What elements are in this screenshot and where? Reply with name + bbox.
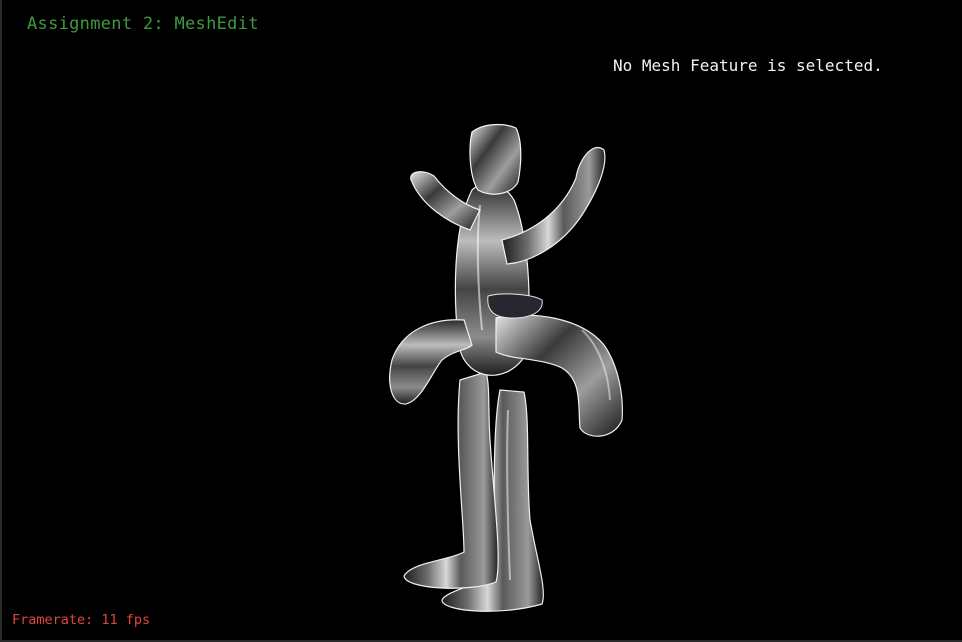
mesh-model-figure[interactable]: [2, 0, 962, 642]
render-viewport[interactable]: Assignment 2: MeshEdit No Mesh Feature i…: [0, 0, 962, 642]
mesh-belt: [487, 293, 543, 319]
selection-status: No Mesh Feature is selected.: [613, 56, 883, 75]
app-title: Assignment 2: MeshEdit: [27, 14, 259, 34]
framerate-readout: Framerate: 11 fps: [12, 612, 151, 628]
mesh-head: [469, 123, 522, 195]
mesh-front-leg: [403, 371, 499, 589]
